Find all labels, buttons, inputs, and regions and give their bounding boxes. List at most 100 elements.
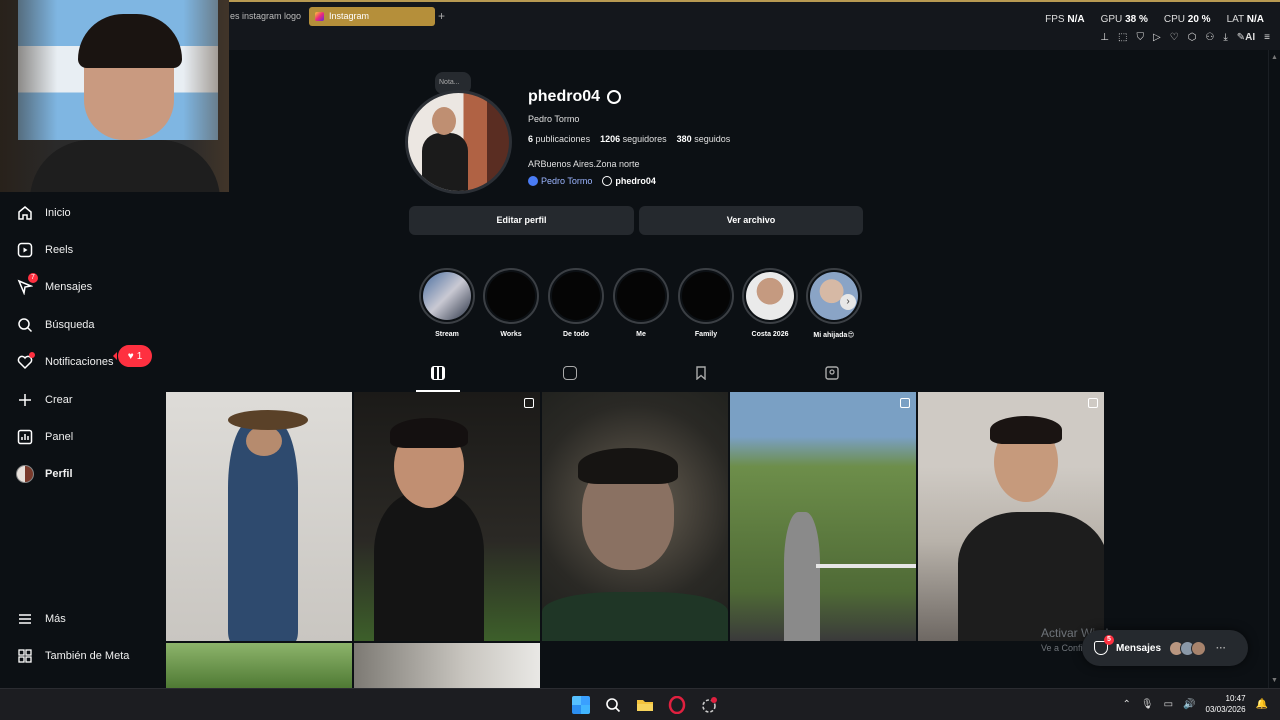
menu-icon [16, 610, 34, 628]
network-icon[interactable]: ▭ [1164, 699, 1173, 710]
profile-username: phedro04 [528, 88, 622, 106]
sidebar-item-notificaciones[interactable]: Notificaciones [16, 352, 113, 372]
page-scrollbar[interactable]: ▲ ▼ [1268, 50, 1280, 688]
tab-label: es instagram logo [230, 11, 302, 21]
heart-icon [16, 352, 35, 371]
facebook-link[interactable]: Pedro Tormo [528, 176, 592, 186]
pin-icon[interactable]: ⊥ [1100, 32, 1109, 43]
tray-overflow-icon[interactable]: ⌃ [1123, 699, 1131, 710]
sidebar-item-perfil[interactable]: Perfil [16, 464, 73, 484]
profile-icon[interactable]: ⚇ [1205, 32, 1214, 43]
gpu-readout: GPU 38 % [1100, 14, 1148, 25]
opera-gx-icon[interactable] [666, 694, 688, 716]
threads-icon [602, 176, 613, 186]
highlight-stream[interactable]: Stream [418, 268, 476, 338]
profile-bio: ARBuenos Aires.Zona norte [528, 159, 640, 169]
sidebar-item-busqueda[interactable]: Búsqueda [16, 315, 95, 335]
profile-stats: 6 publicaciones 1206 seguidores 380 segu… [528, 134, 730, 144]
browser-tab-instagram[interactable]: Instagram [309, 7, 435, 26]
sidebar-item-panel[interactable]: Panel [16, 427, 73, 447]
following-count[interactable]: 380 seguidos [677, 134, 731, 144]
fps-readout: FPS N/A [1045, 14, 1085, 25]
profile-links: Pedro Tormo phedro04 [528, 176, 656, 186]
sidebar-item-crear[interactable]: Crear [16, 390, 73, 410]
volume-icon[interactable]: 🔊 [1183, 699, 1195, 710]
facebook-icon [528, 176, 538, 186]
post-thumbnail[interactable] [166, 643, 352, 688]
microphone-icon[interactable]: 🎙 [1141, 699, 1154, 710]
post-thumbnail[interactable] [166, 392, 352, 641]
profile-avatar[interactable] [405, 90, 512, 194]
post-thumbnail[interactable] [354, 392, 540, 641]
post-thumbnail[interactable] [542, 392, 728, 641]
sidebar-item-mas[interactable]: Más [16, 609, 66, 629]
tab-label: Instagram [329, 11, 370, 21]
sidebar-item-mensajes[interactable]: 7 Mensajes [16, 273, 92, 297]
followers-count[interactable]: 1206 seguidores [600, 134, 667, 144]
extensions-icon[interactable]: ⬡ [1188, 32, 1197, 43]
heart-icon[interactable]: ♡ [1170, 32, 1179, 43]
post-thumbnail[interactable] [918, 392, 1104, 641]
ai-button[interactable]: ✎AI [1237, 32, 1255, 43]
windows-start-button[interactable] [570, 694, 592, 716]
notifications-center-icon[interactable]: 🔔 [1256, 699, 1268, 710]
messages-badge: 5 [1104, 635, 1114, 645]
home-icon [16, 204, 34, 222]
chart-icon [16, 428, 34, 446]
system-tray: ⌃ 🎙 ▭ 🔊 10:47 03/03/2026 🔔 [1123, 693, 1269, 715]
lat-readout: LAT N/A [1226, 14, 1264, 25]
screenshot-icon[interactable]: ⬚ [1118, 32, 1127, 43]
tab-reels[interactable] [548, 366, 592, 392]
taskbar-search-icon[interactable] [602, 694, 624, 716]
tab-tagged[interactable] [810, 366, 854, 392]
grid-icon [431, 366, 445, 380]
sidebar-item-reels[interactable]: Reels [16, 240, 73, 260]
post-thumbnail[interactable] [354, 643, 540, 688]
menu-icon[interactable]: ≡ [1264, 32, 1270, 43]
scroll-up-icon[interactable]: ▲ [1271, 54, 1278, 61]
profile-tabs [416, 366, 862, 392]
threads-link[interactable]: phedro04 [602, 176, 656, 186]
new-tab-button[interactable]: + [438, 9, 445, 23]
highlight-costa-2026[interactable]: Costa 2026 [741, 268, 799, 338]
carousel-icon [1088, 398, 1098, 408]
instagram-favicon-icon [315, 12, 324, 21]
shield-icon[interactable]: ⛉ [1136, 32, 1144, 43]
messages-badge: 7 [28, 273, 38, 283]
highlight-de-todo[interactable]: De todo [547, 268, 605, 338]
reels-icon [16, 241, 34, 259]
post-thumbnail[interactable] [730, 392, 916, 641]
messenger-icon: 5 [1094, 635, 1114, 655]
carousel-icon [900, 398, 910, 408]
windows-taskbar: ⌃ 🎙 ▭ 🔊 10:47 03/03/2026 🔔 [0, 688, 1280, 720]
sidebar-item-tambien-de-meta[interactable]: También de Meta [16, 646, 129, 666]
play-icon[interactable]: ▷ [1153, 32, 1161, 43]
search-icon [16, 316, 34, 334]
bookmark-icon [696, 366, 706, 380]
browser-toolbar: ⊥ ⬚ ⛉ ▷ ♡ ⬡ ⚇ ⤓ ✎AI ≡ [1100, 32, 1270, 43]
highlight-works[interactable]: Works [482, 268, 540, 338]
highlight-family[interactable]: Family [677, 268, 735, 338]
highlight-me[interactable]: Me [612, 268, 670, 338]
tab-saved[interactable] [679, 366, 723, 392]
reels-icon [563, 366, 577, 380]
ai-icon: ✎ [1236, 32, 1246, 43]
sidebar-item-inicio[interactable]: Inicio [16, 203, 71, 223]
webcam-overlay [0, 0, 229, 192]
clock[interactable]: 10:47 03/03/2026 [1206, 693, 1246, 715]
app-icon[interactable] [698, 694, 720, 716]
file-explorer-icon[interactable] [634, 694, 656, 716]
highlights-next-button[interactable]: › [840, 294, 856, 310]
avatar-icon [16, 465, 34, 483]
tagged-person-icon [825, 366, 839, 380]
tab-posts[interactable] [416, 366, 460, 392]
browser-tab-prev[interactable]: es instagram logo [224, 7, 306, 26]
scroll-down-icon[interactable]: ▼ [1271, 677, 1278, 684]
notification-count-pill[interactable]: ♥ 1 [113, 345, 152, 367]
settings-gear-icon[interactable] [607, 90, 622, 104]
download-icon[interactable]: ⤓ [1223, 32, 1227, 43]
taskbar-apps [570, 694, 720, 716]
edit-profile-button[interactable]: Editar perfil [409, 206, 634, 235]
messages-floating-button[interactable]: 5 Mensajes ··· [1082, 630, 1248, 666]
view-archive-button[interactable]: Ver archivo [639, 206, 863, 235]
